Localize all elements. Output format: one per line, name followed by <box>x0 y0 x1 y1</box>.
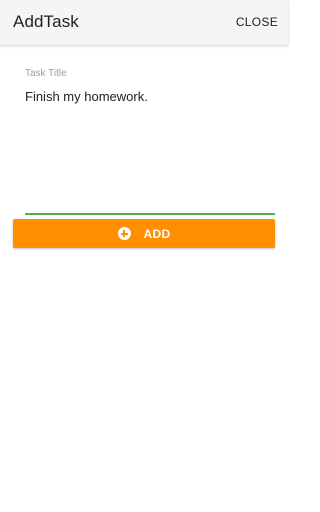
task-title-underline <box>25 213 275 215</box>
close-button[interactable]: CLOSE <box>236 14 278 30</box>
app-bar: AddTask CLOSE <box>0 0 288 45</box>
add-button-label: ADD <box>143 226 171 241</box>
add-circle-icon <box>117 227 131 240</box>
page-title: AddTask <box>13 12 79 31</box>
task-title-input[interactable]: Finish my homework. <box>25 88 275 212</box>
task-title-label: Task Title <box>25 68 67 79</box>
task-title-field: Task Title Finish my homework. <box>25 66 275 216</box>
add-button[interactable]: ADD <box>13 219 275 248</box>
